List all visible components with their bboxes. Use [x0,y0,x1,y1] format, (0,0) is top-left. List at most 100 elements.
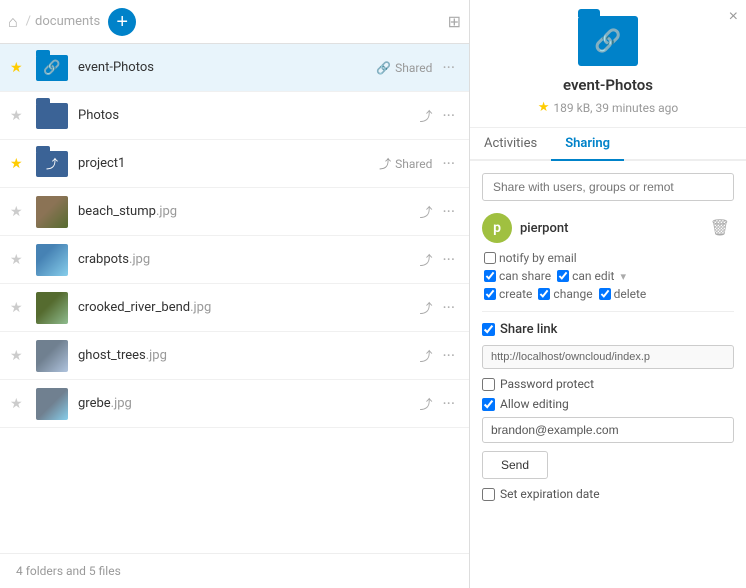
share-button[interactable]: ⤴ [419,202,432,221]
star-icon: ★ [538,100,550,115]
password-protect-row: Password protect [482,377,734,391]
send-button[interactable]: Send [482,451,548,479]
share-button[interactable]: ⤴ [419,346,432,365]
file-count: 4 folders and 5 files [0,553,469,588]
star-icon[interactable]: ★ [10,156,30,172]
more-options-button[interactable]: ··· [438,344,459,367]
folder-link-icon: 🔗 [36,52,68,84]
list-item[interactable]: ★ ghost_trees.jpg ⤴ ··· [0,332,469,380]
breadcrumb-separator: / [26,14,31,29]
file-list-panel: ⌂ / documents + ⊞ ★ 🔗 event-Photos 🔗 Sha… [0,0,470,588]
allow-editing-label[interactable]: Allow editing [482,397,569,411]
permissions-row-1: notify by email [482,251,734,265]
close-button[interactable]: × [729,8,738,26]
panel-tabs: Activities Sharing [470,128,746,161]
shared-badge: 🔗 Shared [376,61,432,75]
share-link-checkbox[interactable] [482,323,495,336]
add-button[interactable]: + [108,8,136,36]
panel-meta: ★ 189 kB, 39 minutes ago [538,100,678,115]
more-options-button[interactable]: ··· [438,152,459,175]
share-button[interactable]: ⤴ [419,106,432,125]
file-name: crabpots.jpg [78,252,419,267]
share-link-url-input[interactable] [482,345,734,369]
delete-checkbox[interactable] [599,288,611,300]
permissions-row-2: can share can edit ▾ [482,269,734,283]
share-link-row: Share link [482,322,734,337]
share-button[interactable]: ⤴ [419,394,432,413]
file-name: event-Photos [78,60,376,75]
create-label[interactable]: create [484,287,532,301]
can-edit-label[interactable]: can edit [557,269,614,283]
notify-checkbox[interactable] [484,252,496,264]
password-protect-checkbox[interactable] [482,378,495,391]
more-options-button[interactable]: ··· [438,104,459,127]
set-expiration-row: Set expiration date [482,487,734,501]
list-item[interactable]: ★ ⤴ project1 ⤴ Shared ··· [0,140,469,188]
star-icon[interactable]: ★ [10,252,30,268]
star-icon[interactable]: ★ [10,108,30,124]
star-icon[interactable]: ★ [10,60,30,76]
star-icon[interactable]: ★ [10,396,30,412]
star-icon[interactable]: ★ [10,300,30,316]
more-options-button[interactable]: ··· [438,296,459,319]
grid-view-icon[interactable]: ⊞ [448,12,461,31]
detail-panel: × 🔗 event-Photos ★ 189 kB, 39 minutes ag… [470,0,746,588]
home-icon[interactable]: ⌂ [8,12,18,32]
more-options-button[interactable]: ··· [438,392,459,415]
delete-user-button[interactable]: 🗑 [706,216,734,240]
create-checkbox[interactable] [484,288,496,300]
file-name: project1 [78,156,379,171]
panel-header: × 🔗 event-Photos ★ 189 kB, 39 minutes ag… [470,0,746,128]
allow-editing-checkbox[interactable] [482,398,495,411]
shared-badge: ⤴ Shared [379,155,432,172]
divider [482,311,734,312]
file-thumbnail [36,244,68,276]
allow-editing-row: Allow editing [482,397,734,411]
list-item[interactable]: ★ crabpots.jpg ⤴ ··· [0,236,469,284]
list-item[interactable]: ★ 🔗 event-Photos 🔗 Shared ··· [0,44,469,92]
file-list: ★ 🔗 event-Photos 🔗 Shared ··· ★ Photos ⤴… [0,44,469,553]
file-name: grebe.jpg [78,396,419,411]
can-share-label[interactable]: can share [484,269,551,283]
change-label[interactable]: change [538,287,592,301]
change-checkbox[interactable] [538,288,550,300]
list-item[interactable]: ★ grebe.jpg ⤴ ··· [0,380,469,428]
share-link-label[interactable]: Share link [482,322,557,337]
file-name: crooked_river_bend.jpg [78,300,419,315]
email-input[interactable] [482,417,734,443]
password-protect-label[interactable]: Password protect [482,377,594,391]
can-edit-checkbox[interactable] [557,270,569,282]
folder-dark-icon [36,100,68,132]
breadcrumb: documents [35,14,100,29]
file-thumbnail [36,196,68,228]
set-expiration-checkbox[interactable] [482,488,495,501]
star-icon[interactable]: ★ [10,348,30,364]
list-item[interactable]: ★ Photos ⤴ ··· [0,92,469,140]
tab-activities[interactable]: Activities [470,128,551,161]
list-item[interactable]: ★ crooked_river_bend.jpg ⤴ ··· [0,284,469,332]
file-thumbnail [36,388,68,420]
more-options-button[interactable]: ··· [438,200,459,223]
file-name: Photos [78,108,419,123]
share-search-input[interactable] [482,173,734,201]
top-bar: ⌂ / documents + ⊞ [0,0,469,44]
share-button[interactable]: ⤴ [419,250,432,269]
user-name: pierpont [520,221,706,236]
share-button[interactable]: ⤴ [419,298,432,317]
avatar: p [482,213,512,243]
more-options-button[interactable]: ··· [438,56,459,79]
tab-sharing[interactable]: Sharing [551,128,624,161]
star-icon[interactable]: ★ [10,204,30,220]
more-options-button[interactable]: ··· [438,248,459,271]
panel-folder-icon: 🔗 [578,16,638,66]
file-thumbnail [36,340,68,372]
delete-label[interactable]: delete [599,287,647,301]
permissions-row-3: create change delete [482,287,734,301]
set-expiration-label[interactable]: Set expiration date [482,487,600,501]
link-icon-sm: 🔗 [376,61,391,75]
list-item[interactable]: ★ beach_stump.jpg ⤴ ··· [0,188,469,236]
can-share-checkbox[interactable] [484,270,496,282]
notify-checkbox-label[interactable]: notify by email [484,251,577,265]
file-name: ghost_trees.jpg [78,348,419,363]
permissions-dropdown[interactable]: ▾ [620,270,626,283]
